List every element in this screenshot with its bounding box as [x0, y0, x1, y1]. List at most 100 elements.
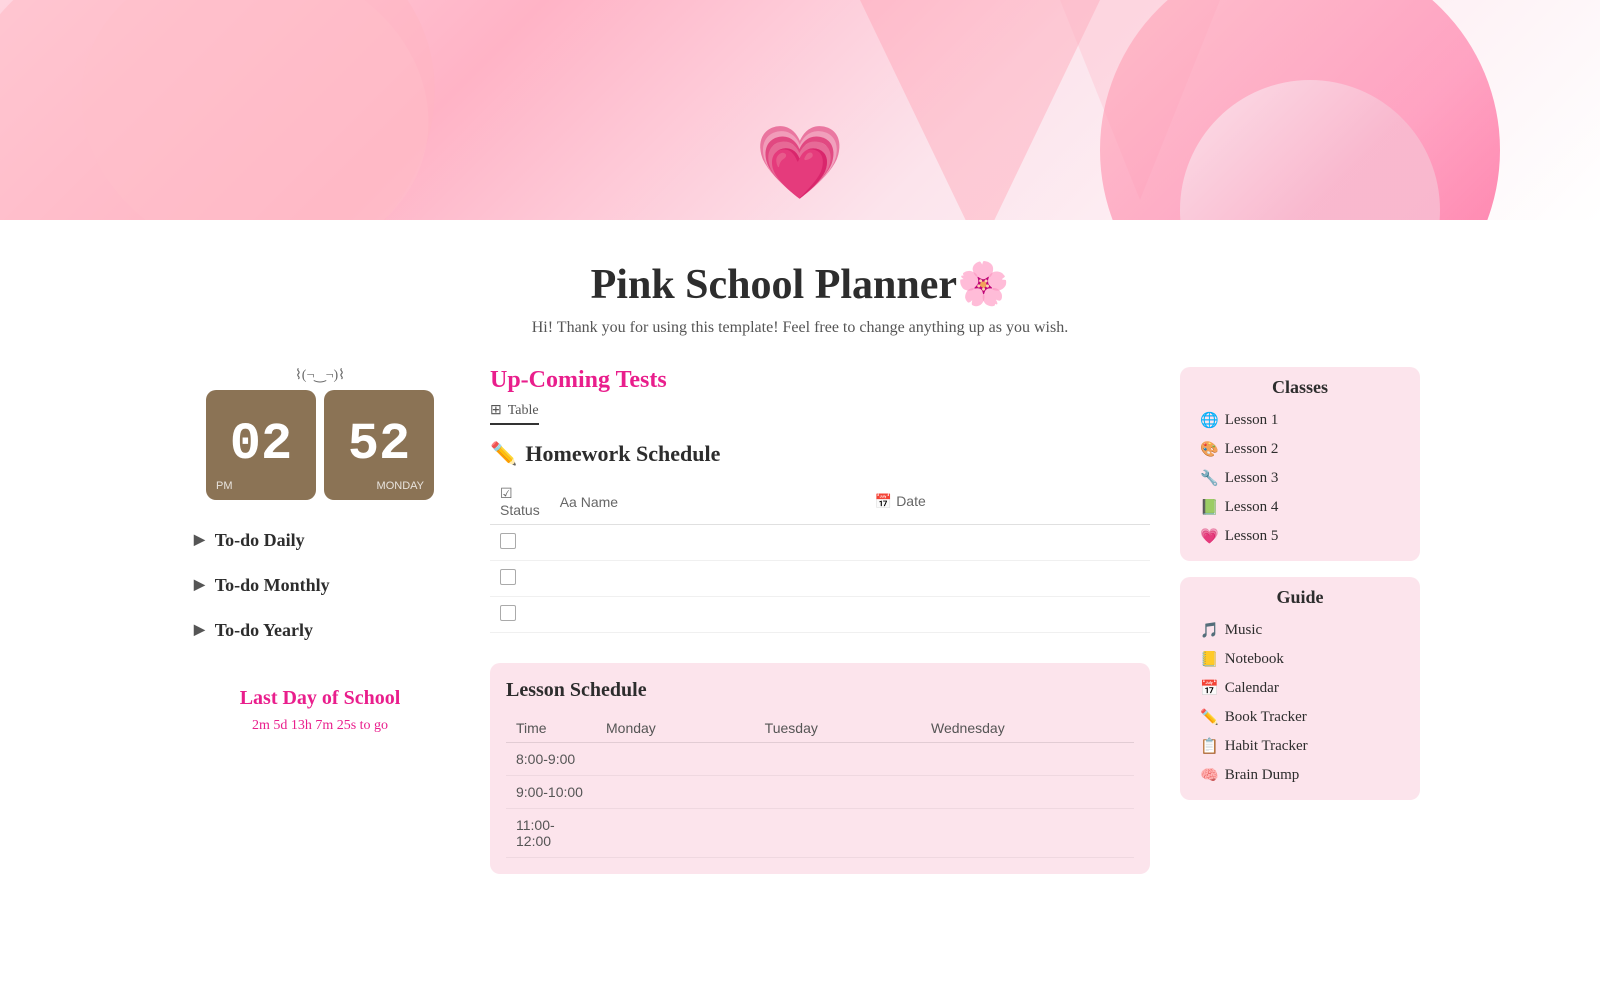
mon-cell-2[interactable]: [596, 776, 755, 809]
th-name: Aa Name: [550, 479, 865, 525]
habit-tracker-icon: 📋: [1200, 737, 1219, 756]
table-row: [490, 597, 1150, 633]
guide-card: Guide 🎵 Music 📒 Notebook 📅 Calendar: [1180, 577, 1420, 800]
homework-title: ✏️ Homework Schedule: [490, 441, 1150, 467]
calendar-icon: 📅: [1200, 679, 1219, 698]
hw-date-cell-3[interactable]: [865, 597, 1150, 633]
time-cell-1: 8:00-9:00: [506, 743, 596, 776]
nav-label-monthly: To-do Monthly: [215, 575, 330, 596]
guide-list: 🎵 Music 📒 Notebook 📅 Calendar ✏️ Book Tr…: [1196, 616, 1404, 790]
classes-card: Classes 🌐 Lesson 1 🎨 Lesson 2 🔧 Lesson 3: [1180, 367, 1420, 561]
left-column: ⌇(¬‿¬)⌇ 02 PM 52 MONDAY ▶ To-do Daily ▶: [180, 367, 460, 999]
hw-name-cell-2[interactable]: [550, 561, 865, 597]
main-content: 💗 Pink School Planner🌸 Hi! Thank you for…: [0, 220, 1600, 999]
last-day-box: Last Day of School 2m 5d 13h 7m 25s to g…: [180, 671, 460, 750]
clock-minute: 52: [348, 419, 410, 471]
date-calendar-icon: 📅: [875, 493, 892, 509]
lesson-table: Time Monday Tuesday Wednesday 8:00-9:00: [506, 714, 1134, 858]
guide-item-notebook[interactable]: 📒 Notebook: [1196, 645, 1404, 674]
upcoming-tests-title: Up-Coming Tests: [490, 367, 1150, 394]
arrow-icon-yearly: ▶: [194, 622, 205, 639]
th-monday: Monday: [596, 714, 755, 743]
tue-cell-3[interactable]: [755, 809, 921, 858]
table-row: 8:00-9:00: [506, 743, 1134, 776]
classes-item-lesson3[interactable]: 🔧 Lesson 3: [1196, 464, 1404, 493]
middle-column: Up-Coming Tests ⊞ Table ✏️ Homework Sche…: [490, 367, 1150, 999]
nav-item-todo-yearly[interactable]: ▶ To-do Yearly: [180, 610, 460, 651]
page-title: Pink School Planner🌸: [532, 260, 1068, 309]
brain-dump-label: Brain Dump: [1225, 767, 1300, 784]
kaomoji: ⌇(¬‿¬)⌇: [180, 367, 460, 384]
notebook-icon: 📒: [1200, 650, 1219, 669]
clock-minute-block: 52 MONDAY: [324, 390, 434, 500]
hw-checkbox-3[interactable]: [500, 605, 516, 621]
hw-date-cell-2[interactable]: [865, 561, 1150, 597]
right-column: Classes 🌐 Lesson 1 🎨 Lesson 2 🔧 Lesson 3: [1180, 367, 1420, 999]
page-subtitle: Hi! Thank you for using this template! F…: [532, 319, 1068, 337]
nav-items: ▶ To-do Daily ▶ To-do Monthly ▶ To-do Ye…: [180, 520, 460, 651]
homework-table: ☑ Status Aa Name 📅 Date: [490, 479, 1150, 633]
hw-date-cell-1[interactable]: [865, 525, 1150, 561]
lesson1-label: Lesson 1: [1225, 412, 1279, 429]
th-status: ☑ Status: [490, 479, 550, 525]
nav-item-todo-monthly[interactable]: ▶ To-do Monthly: [180, 565, 460, 606]
th-time: Time: [506, 714, 596, 743]
hw-checkbox-2[interactable]: [500, 569, 516, 585]
table-icon: ⊞: [490, 402, 502, 419]
music-label: Music: [1225, 622, 1263, 639]
classes-item-lesson4[interactable]: 📗 Lesson 4: [1196, 493, 1404, 522]
lesson2-icon: 🎨: [1200, 440, 1219, 459]
guide-item-habit-tracker[interactable]: 📋 Habit Tracker: [1196, 732, 1404, 761]
hw-checkbox-1[interactable]: [500, 533, 516, 549]
habit-tracker-label: Habit Tracker: [1225, 738, 1308, 755]
lesson3-label: Lesson 3: [1225, 470, 1279, 487]
lesson1-icon: 🌐: [1200, 411, 1219, 430]
tue-cell-2[interactable]: [755, 776, 921, 809]
hw-name-cell-3[interactable]: [550, 597, 865, 633]
clock-day-label: MONDAY: [377, 480, 424, 492]
wed-cell-2[interactable]: [921, 776, 1134, 809]
book-tracker-label: Book Tracker: [1225, 709, 1307, 726]
table-tab[interactable]: ⊞ Table: [490, 402, 539, 425]
table-row: 9:00-10:00: [506, 776, 1134, 809]
wed-cell-1[interactable]: [921, 743, 1134, 776]
main-layout: ⌇(¬‿¬)⌇ 02 PM 52 MONDAY ▶ To-do Daily ▶: [150, 367, 1450, 999]
guide-title: Guide: [1196, 587, 1404, 608]
arrow-icon-monthly: ▶: [194, 577, 205, 594]
th-date: 📅 Date: [865, 479, 1150, 525]
hw-name-cell-1[interactable]: [550, 525, 865, 561]
book-tracker-icon: ✏️: [1200, 708, 1219, 727]
mon-cell-3[interactable]: [596, 809, 755, 858]
hw-checkbox-cell-2[interactable]: [490, 561, 550, 597]
th-tuesday: Tuesday: [755, 714, 921, 743]
guide-item-brain-dump[interactable]: 🧠 Brain Dump: [1196, 761, 1404, 790]
homework-label: Homework Schedule: [525, 441, 720, 467]
calendar-label: Calendar: [1225, 680, 1279, 697]
lesson3-icon: 🔧: [1200, 469, 1219, 488]
table-label: Table: [508, 403, 539, 419]
lesson-schedule-box: Lesson Schedule Time Monday Tuesday Wedn…: [490, 663, 1150, 874]
classes-item-lesson5[interactable]: 💗 Lesson 5: [1196, 522, 1404, 551]
nav-item-todo-daily[interactable]: ▶ To-do Daily: [180, 520, 460, 561]
guide-item-book-tracker[interactable]: ✏️ Book Tracker: [1196, 703, 1404, 732]
time-cell-3: 11:00-12:00: [506, 809, 596, 858]
clock-display: 02 PM 52 MONDAY: [180, 390, 460, 500]
hw-checkbox-cell-3[interactable]: [490, 597, 550, 633]
brain-dump-icon: 🧠: [1200, 766, 1219, 785]
clock-pm-label: PM: [216, 480, 233, 492]
music-icon: 🎵: [1200, 621, 1219, 640]
lesson5-label: Lesson 5: [1225, 528, 1279, 545]
guide-item-calendar[interactable]: 📅 Calendar: [1196, 674, 1404, 703]
guide-item-music[interactable]: 🎵 Music: [1196, 616, 1404, 645]
classes-item-lesson2[interactable]: 🎨 Lesson 2: [1196, 435, 1404, 464]
mon-cell-1[interactable]: [596, 743, 755, 776]
table-row: [490, 525, 1150, 561]
time-cell-2: 9:00-10:00: [506, 776, 596, 809]
lesson5-icon: 💗: [1200, 527, 1219, 546]
classes-item-lesson1[interactable]: 🌐 Lesson 1: [1196, 406, 1404, 435]
clock-hour: 02: [230, 419, 292, 471]
hw-checkbox-cell-1[interactable]: [490, 525, 550, 561]
tue-cell-1[interactable]: [755, 743, 921, 776]
notebook-label: Notebook: [1225, 651, 1284, 668]
wed-cell-3[interactable]: [921, 809, 1134, 858]
